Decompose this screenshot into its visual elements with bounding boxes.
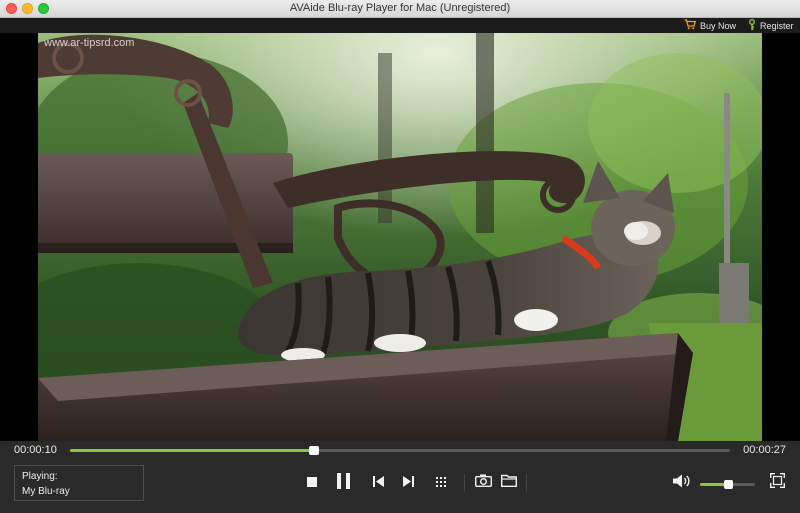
- previous-button[interactable]: [370, 475, 386, 491]
- fullscreen-button[interactable]: [768, 473, 786, 493]
- cart-icon: [684, 19, 697, 32]
- buy-now-link[interactable]: Buy Now: [684, 19, 736, 32]
- seek-bar-knob[interactable]: [309, 446, 320, 455]
- video-area[interactable]: www.ar-tipsrd.com: [0, 33, 800, 441]
- register-label: Register: [760, 21, 794, 31]
- pause-icon: [337, 472, 351, 494]
- now-playing-box: Playing: My Blu-ray: [14, 465, 144, 501]
- control-bar: Playing: My Blu-ray: [0, 461, 800, 513]
- folder-icon: [501, 474, 517, 492]
- progress-row: 00:00:10 00:00:27: [0, 441, 800, 461]
- control-divider: [526, 474, 527, 492]
- key-icon: [748, 19, 756, 33]
- seek-bar[interactable]: [70, 446, 730, 455]
- open-folder-button[interactable]: [499, 474, 519, 492]
- stop-icon: [307, 474, 317, 492]
- camera-icon: [474, 474, 492, 492]
- now-playing-label: Playing:: [22, 471, 58, 482]
- current-time: 00:00:10: [14, 444, 57, 456]
- snapshot-button[interactable]: [473, 474, 493, 492]
- volume-slider-knob[interactable]: [723, 480, 733, 489]
- now-playing-title: My Blu-ray: [22, 486, 70, 497]
- grid-menu-icon: [436, 474, 446, 492]
- total-time: 00:00:27: [743, 444, 786, 456]
- pause-button[interactable]: [334, 472, 354, 494]
- buy-now-label: Buy Now: [700, 20, 737, 31]
- skip-previous-icon: [372, 474, 384, 492]
- top-action-bar: Buy Now Register: [0, 18, 800, 33]
- seek-bar-fill: [70, 449, 315, 452]
- speaker-icon: [673, 474, 691, 493]
- window-title: AVAide Blu-ray Player for Mac (Unregiste…: [289, 2, 511, 14]
- title-bar: AVAide Blu-ray Player for Mac (Unregiste…: [0, 0, 800, 18]
- video-picture: www.ar-tipsrd.com: [38, 33, 762, 441]
- next-button[interactable]: [400, 475, 416, 491]
- video-frame[interactable]: www.ar-tipsrd.com: [38, 33, 762, 441]
- mute-button[interactable]: [671, 474, 693, 492]
- control-divider: [464, 474, 465, 492]
- volume-slider[interactable]: [700, 480, 755, 489]
- register-link[interactable]: Register: [748, 19, 794, 33]
- fullscreen-icon: [769, 473, 785, 493]
- player-window: AVAide Blu-ray Player for Mac (Unregiste…: [0, 0, 800, 513]
- stop-button[interactable]: [304, 475, 320, 491]
- video-watermark: www.ar-tipsrd.com: [43, 37, 134, 49]
- skip-next-icon: [402, 474, 414, 492]
- menu-button[interactable]: [433, 475, 449, 491]
